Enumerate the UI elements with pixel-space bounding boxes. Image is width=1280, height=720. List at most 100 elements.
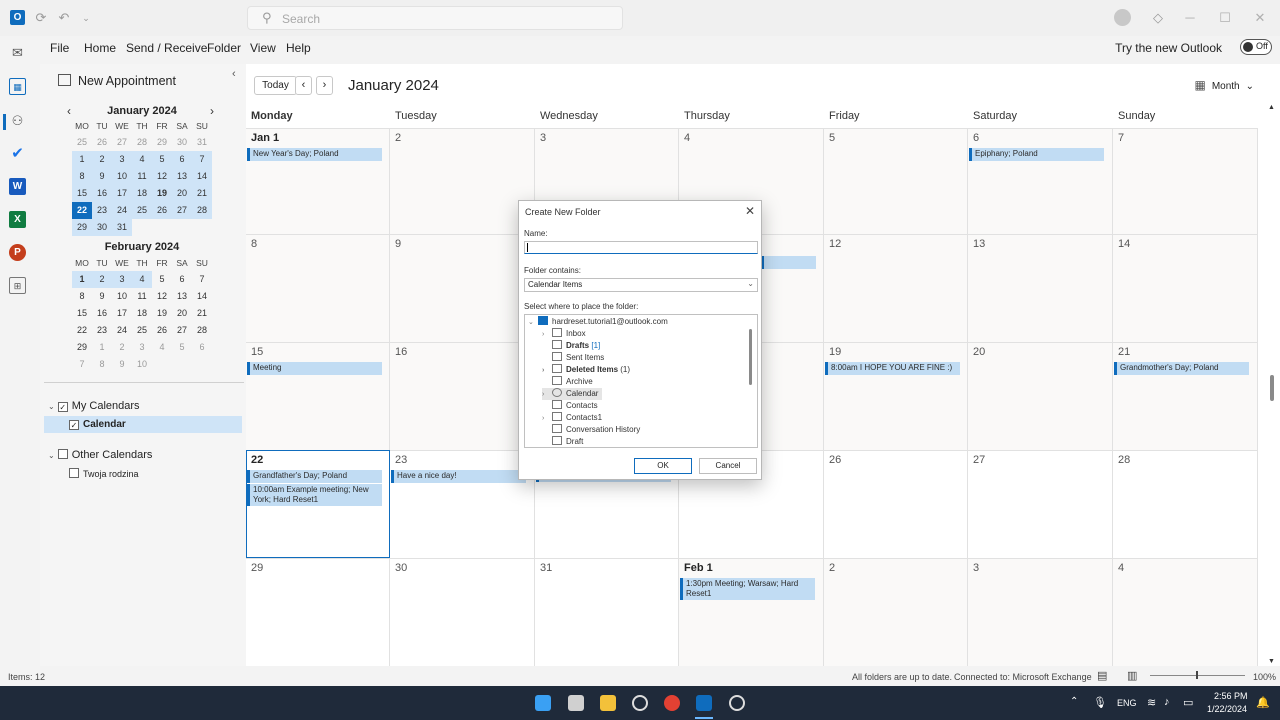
- calendar-event[interactable]: New Year's Day; Poland: [247, 148, 382, 161]
- outlook-taskbar-icon[interactable]: [696, 695, 712, 711]
- day-cell[interactable]: 15: [246, 342, 390, 450]
- day-cell[interactable]: 21: [1113, 342, 1258, 450]
- tree-node-contacts[interactable]: Contacts: [542, 400, 598, 412]
- menu-file[interactable]: File: [50, 41, 69, 55]
- mini-cal-day[interactable]: 20: [172, 305, 192, 322]
- mini-cal-day[interactable]: 8: [72, 288, 92, 305]
- mini-cal-day[interactable]: 8: [92, 356, 112, 373]
- day-cell[interactable]: 9: [390, 234, 535, 342]
- mini-cal-day[interactable]: 4: [152, 339, 172, 356]
- premium-diamond-icon[interactable]: ◇: [1150, 10, 1166, 26]
- day-cell[interactable]: 5: [824, 128, 968, 234]
- mini-cal-day[interactable]: 16: [92, 305, 112, 322]
- mini-cal-day[interactable]: 30: [92, 219, 112, 236]
- day-cell[interactable]: 23: [390, 450, 535, 558]
- mini-cal-day[interactable]: 24: [112, 322, 132, 339]
- battery-icon[interactable]: ▭: [1183, 696, 1193, 709]
- day-cell[interactable]: 2: [390, 128, 535, 234]
- mini-cal-day[interactable]: 31: [192, 134, 212, 151]
- menu-view[interactable]: View: [250, 41, 276, 55]
- word-icon[interactable]: W: [9, 178, 26, 195]
- calendar-event[interactable]: [761, 256, 816, 269]
- tree-node-draft[interactable]: Draft: [542, 436, 583, 447]
- tree-node-deleted-items[interactable]: › Deleted Items (1): [542, 364, 630, 376]
- mini-cal-day[interactable]: 11: [132, 288, 152, 305]
- mini-cal-day[interactable]: 22: [72, 322, 92, 339]
- mini-cal-day[interactable]: 13: [172, 168, 192, 185]
- mini-cal-prev-icon[interactable]: ‹: [67, 104, 71, 118]
- avatar[interactable]: [1114, 9, 1131, 26]
- mini-cal-day[interactable]: 4: [132, 271, 152, 288]
- day-cell[interactable]: 26: [824, 450, 968, 558]
- day-cell[interactable]: 2: [824, 558, 968, 666]
- mini-cal-day[interactable]: 25: [132, 202, 152, 219]
- scroll-up-icon[interactable]: ▲: [1268, 104, 1275, 111]
- mini-cal-day[interactable]: 14: [192, 288, 212, 305]
- mini-cal-day[interactable]: 23: [92, 202, 112, 219]
- calendar-scrollbar[interactable]: ▲ ▼: [1268, 104, 1275, 665]
- day-cell[interactable]: 29: [246, 558, 390, 666]
- day-cell[interactable]: 8: [246, 234, 390, 342]
- obs-icon[interactable]: [632, 695, 648, 711]
- undo-icon[interactable]: ↶: [56, 10, 72, 26]
- mini-cal-day[interactable]: 1: [72, 271, 92, 288]
- today-button[interactable]: Today: [254, 76, 297, 95]
- tree-node-inbox[interactable]: › Inbox: [542, 328, 586, 340]
- chrome-icon[interactable]: [664, 695, 680, 711]
- mini-cal-day[interactable]: 17: [112, 305, 132, 322]
- tree-node-sent-items[interactable]: Sent Items: [542, 352, 604, 364]
- powerpoint-icon[interactable]: P: [9, 244, 26, 261]
- mini-cal-day[interactable]: 18: [132, 305, 152, 322]
- zoom-thumb[interactable]: [1196, 671, 1198, 679]
- menu-home[interactable]: Home: [84, 41, 116, 55]
- mini-cal-day[interactable]: 19: [152, 185, 172, 202]
- sync-icon[interactable]: ⟳: [33, 10, 49, 26]
- mini-cal-day[interactable]: 5: [152, 271, 172, 288]
- mini-cal-day[interactable]: 7: [192, 151, 212, 168]
- day-cell[interactable]: 28: [1113, 450, 1258, 558]
- mini-cal-day[interactable]: 6: [192, 339, 212, 356]
- day-cell[interactable]: Feb 1: [679, 558, 824, 666]
- task-view-icon[interactable]: [568, 695, 584, 711]
- mini-cal-day[interactable]: 9: [92, 168, 112, 185]
- mini-cal-day[interactable]: 26: [152, 202, 172, 219]
- mini-cal-day[interactable]: 20: [172, 185, 192, 202]
- mini-cal-day[interactable]: 2: [112, 339, 132, 356]
- mini-cal-day[interactable]: 27: [172, 322, 192, 339]
- mini-cal-day[interactable]: 11: [132, 168, 152, 185]
- day-cell[interactable]: 4: [1113, 558, 1258, 666]
- menu-send-receive[interactable]: Send / Receive: [126, 41, 207, 55]
- mini-cal-day[interactable]: 26: [152, 322, 172, 339]
- mini-cal-day[interactable]: 5: [172, 339, 192, 356]
- mini-cal-day[interactable]: 15: [72, 185, 92, 202]
- file-explorer-icon[interactable]: [600, 695, 616, 711]
- folder-contains-select[interactable]: Calendar Items ⌄: [524, 278, 758, 292]
- tree-node-contacts1[interactable]: › Contacts1: [542, 412, 602, 424]
- mini-cal-day[interactable]: 12: [152, 288, 172, 305]
- day-cell[interactable]: 30: [390, 558, 535, 666]
- folder-tree[interactable]: ⌄ hardreset.tutorial1@outlook.com › Inbox …: [524, 314, 758, 448]
- mini-cal-day[interactable]: 21: [192, 185, 212, 202]
- mini-cal-day[interactable]: 6: [172, 271, 192, 288]
- calendar-item[interactable]: ✓ Calendar: [69, 419, 126, 430]
- mini-cal-day[interactable]: 15: [72, 305, 92, 322]
- mini-cal-day[interactable]: 3: [132, 339, 152, 356]
- day-cell[interactable]: 14: [1113, 234, 1258, 342]
- mini-cal-day[interactable]: 7: [72, 356, 92, 373]
- twoja-rodzina-item[interactable]: Twoja rodzina: [69, 468, 139, 479]
- collapse-pane-icon[interactable]: ‹: [232, 68, 236, 80]
- day-cell[interactable]: 13: [968, 234, 1113, 342]
- close-icon[interactable]: ✕: [745, 204, 755, 218]
- mini-cal-day[interactable]: 30: [172, 134, 192, 151]
- calendar-event[interactable]: Epiphany; Poland: [969, 148, 1104, 161]
- menu-folder[interactable]: Folder: [207, 41, 241, 55]
- customize-toolbar-icon[interactable]: ⌄: [78, 10, 94, 26]
- tray-chevron-icon[interactable]: ⌃: [1070, 696, 1078, 707]
- mini-cal-day[interactable]: 3: [112, 271, 132, 288]
- mini-cal-day[interactable]: 31: [112, 219, 132, 236]
- scroll-down-icon[interactable]: ▼: [1268, 658, 1275, 665]
- mini-cal-day[interactable]: 12: [152, 168, 172, 185]
- calendar-event[interactable]: 10:00am Example meeting; New York; Hard …: [247, 484, 382, 506]
- mini-cal-day[interactable]: 25: [72, 134, 92, 151]
- mini-cal-day[interactable]: 22: [72, 202, 92, 219]
